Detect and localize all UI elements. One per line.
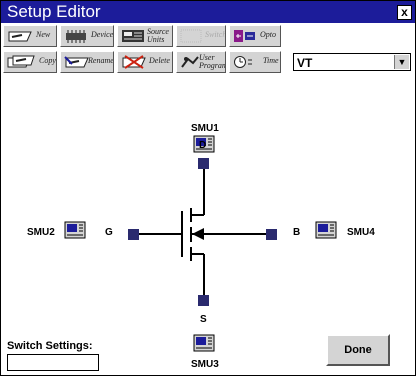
device-label: Device xyxy=(91,30,114,39)
time-label: Time xyxy=(263,56,279,65)
drain-label: D xyxy=(199,140,207,151)
bulk-node xyxy=(266,229,277,240)
window-title: Setup Editor xyxy=(7,2,101,21)
opto-icon xyxy=(234,30,255,42)
gate-label: G xyxy=(105,227,113,238)
source-units-label: Source Units xyxy=(147,27,169,44)
bulk-label: B xyxy=(293,227,301,238)
delete-button[interactable]: Delete xyxy=(117,51,173,73)
title-bar[interactable]: Setup Editor x xyxy=(1,1,415,23)
switch-settings-label: Switch Settings: xyxy=(7,340,93,352)
source-units-icon xyxy=(122,30,144,42)
opto-button[interactable]: Opto xyxy=(229,25,281,47)
opto-label: Opto xyxy=(260,30,276,39)
setup-select-value: VT xyxy=(297,56,313,70)
copy-icon xyxy=(7,55,35,68)
user-program-icon xyxy=(181,56,199,68)
switch-settings-field[interactable] xyxy=(7,354,99,371)
copy-button[interactable]: Copy xyxy=(3,51,57,73)
new-label: New xyxy=(36,30,51,39)
user-program-label: User Program xyxy=(199,53,226,70)
switch-matrix-icon xyxy=(180,29,202,43)
rename-icon xyxy=(64,56,89,68)
drain-node xyxy=(198,158,209,169)
smu3-instrument-icon[interactable] xyxy=(193,334,215,354)
chevron-down-icon[interactable]: ▼ xyxy=(394,55,409,69)
switch-label: Switch xyxy=(205,30,226,39)
smu2-label: SMU2 xyxy=(27,227,55,238)
time-button[interactable]: Time xyxy=(229,51,281,73)
smu2-instrument-icon[interactable] xyxy=(64,221,86,241)
setup-editor-window: Setup Editor x New Device Source Units S… xyxy=(0,0,416,376)
new-button[interactable]: New xyxy=(3,25,57,47)
rename-button[interactable]: Rename xyxy=(60,51,114,73)
smu4-label: SMU4 xyxy=(347,227,375,238)
gate-node xyxy=(128,229,139,240)
delete-label: Delete xyxy=(149,56,170,65)
done-button[interactable]: Done xyxy=(326,334,390,366)
new-icon xyxy=(8,31,32,42)
device-icon xyxy=(66,30,86,43)
user-program-button[interactable]: User Program xyxy=(176,51,226,73)
smu3-label: SMU3 xyxy=(191,359,219,370)
device-button[interactable]: Device xyxy=(60,25,114,47)
smu1-label: SMU1 xyxy=(191,123,219,134)
close-button[interactable]: x xyxy=(397,5,412,20)
timer-icon xyxy=(234,56,252,68)
setup-select[interactable]: VT ▼ xyxy=(293,53,411,71)
bulk-arrow-icon xyxy=(192,228,204,240)
switch-button[interactable]: Switch xyxy=(176,25,226,47)
copy-label: Copy xyxy=(39,56,56,65)
smu4-instrument-icon[interactable] xyxy=(315,221,337,241)
mosfet-symbol xyxy=(139,169,266,295)
source-units-button[interactable]: Source Units xyxy=(117,25,173,47)
rename-label: Rename xyxy=(88,56,114,65)
source-label: S xyxy=(200,314,207,325)
source-node xyxy=(198,295,209,306)
delete-icon xyxy=(122,55,146,69)
